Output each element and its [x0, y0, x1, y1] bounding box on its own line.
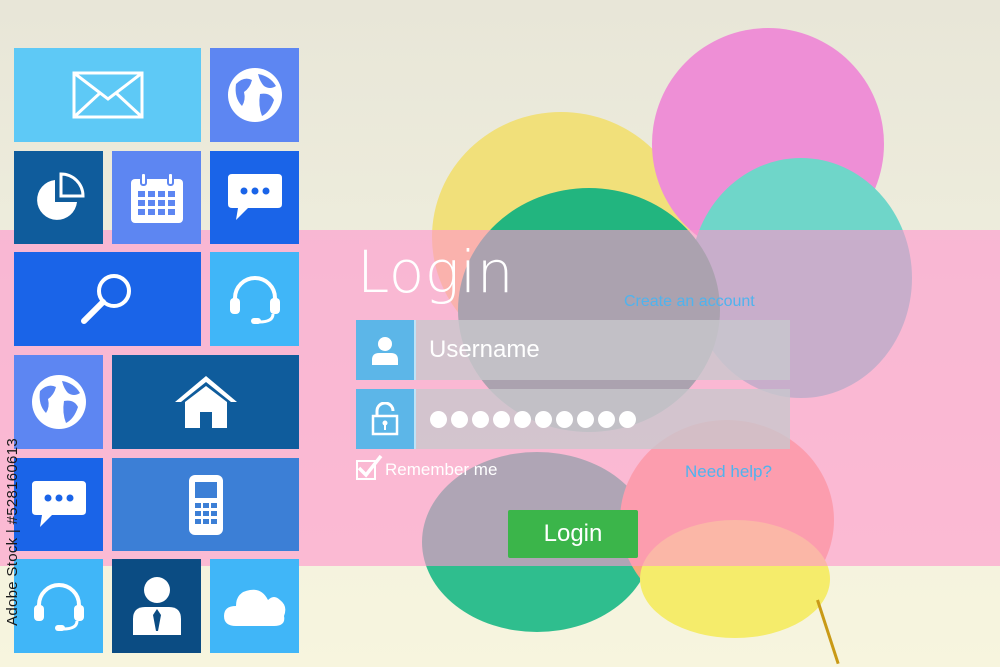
calendar-icon: [130, 171, 183, 223]
login-button[interactable]: Login: [508, 510, 638, 558]
unlock-icon: [371, 402, 399, 436]
headset-icon: [33, 583, 84, 631]
remember-checkbox[interactable]: [356, 454, 383, 480]
username-field[interactable]: Username: [356, 320, 790, 380]
balloon-string: [816, 599, 840, 665]
password-dot: [451, 410, 468, 428]
tile-support[interactable]: [210, 252, 299, 346]
password-dot: [577, 410, 594, 428]
mobile-phone-icon: [188, 474, 223, 535]
password-mask: [416, 389, 636, 449]
tile-search[interactable]: [14, 252, 201, 346]
mail-icon: [72, 71, 143, 119]
remember-label: Remember me: [385, 460, 498, 479]
tile-chart[interactable]: [14, 151, 103, 244]
password-dot: [493, 410, 510, 428]
password-dot: [598, 410, 615, 428]
tile-chat[interactable]: [210, 151, 299, 244]
tile-mail[interactable]: [14, 48, 201, 142]
tile-user[interactable]: [112, 559, 201, 653]
password-icon-box: [356, 389, 416, 449]
globe-icon: [227, 68, 282, 122]
password-dot: [472, 410, 489, 428]
tile-calendar[interactable]: [112, 151, 201, 244]
stock-watermark-id: Adobe Stock | #528160613: [4, 438, 21, 626]
username-icon-box: [356, 320, 416, 380]
password-dot: [514, 410, 531, 428]
tile-support-2[interactable]: [14, 559, 103, 653]
globe-icon: [31, 375, 86, 429]
home-icon: [174, 376, 237, 428]
remember-me[interactable]: Remember me: [356, 454, 498, 480]
need-help-link[interactable]: Need help?: [685, 462, 772, 482]
search-icon: [80, 274, 131, 324]
tile-cloud[interactable]: [210, 559, 299, 653]
tile-chat-2[interactable]: [14, 458, 103, 551]
tile-home[interactable]: [112, 355, 299, 449]
user-icon: [372, 337, 398, 365]
create-account-link[interactable]: Create an account: [624, 293, 755, 311]
tile-phone[interactable]: [112, 458, 299, 551]
pie-chart-icon: [36, 171, 85, 220]
password-dot: [556, 410, 573, 428]
user-icon: [132, 577, 181, 635]
tile-globe[interactable]: [210, 48, 299, 142]
checkmark-icon: [357, 454, 383, 478]
login-title: Login: [357, 238, 514, 306]
chat-icon: [31, 480, 86, 527]
chat-icon: [227, 173, 282, 220]
password-field[interactable]: [356, 389, 790, 449]
cloud-icon: [223, 589, 285, 626]
password-dot: [619, 410, 636, 428]
headset-icon: [229, 276, 280, 324]
username-placeholder: Username: [429, 336, 540, 363]
password-dot: [535, 410, 552, 428]
password-dot: [430, 410, 447, 428]
tile-globe-2[interactable]: [14, 355, 103, 449]
